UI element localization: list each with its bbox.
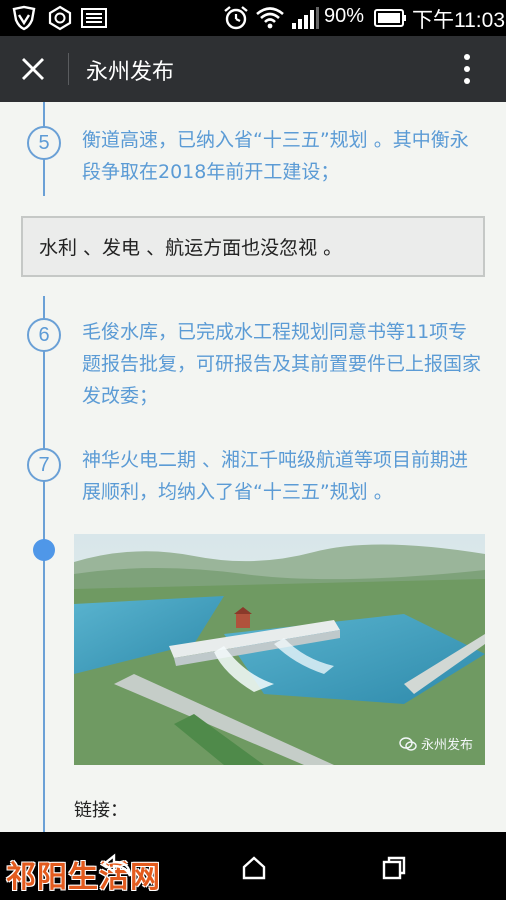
timeline-dot	[33, 539, 55, 561]
recents-icon	[382, 856, 406, 880]
hexagon-icon	[48, 5, 72, 31]
home-icon	[242, 856, 266, 880]
page-title: 永州发布	[86, 60, 175, 85]
timeline-line	[43, 296, 45, 832]
shield-icon	[12, 5, 36, 31]
wechat-icon	[399, 736, 417, 751]
section-callout: 水利 、发电 、航运方面也没忽视 。	[21, 216, 485, 277]
app-bar-divider	[68, 53, 69, 85]
close-icon	[22, 58, 44, 80]
status-time: 下午11:03	[412, 9, 505, 32]
battery-icon	[374, 9, 406, 27]
article-photo[interactable]: 永州发布	[74, 534, 485, 765]
more-options-button[interactable]	[452, 50, 482, 88]
back-button[interactable]	[100, 852, 136, 880]
signal-icon	[292, 7, 319, 29]
step-text: 衡道高速，已纳入省“十三五”规划 。其中衡永段争取在2018年前开工建设；	[82, 129, 469, 183]
link-label: 链接：	[74, 800, 128, 821]
step-number-badge: 7	[27, 448, 61, 482]
wifi-icon	[256, 7, 284, 29]
navigation-bar: 祁阳生活网	[0, 832, 506, 900]
photo-watermark-text: 永州发布	[420, 738, 473, 753]
step-number-badge: 5	[27, 126, 61, 160]
recents-button[interactable]	[380, 854, 408, 882]
more-vert-icon	[464, 54, 470, 84]
status-bar: 90% 下午11:03	[0, 0, 506, 36]
app-bar: 永州发布	[0, 36, 506, 102]
back-icon	[102, 853, 132, 877]
site-logo: 祁阳生活网	[6, 860, 161, 895]
dam-illustration	[74, 534, 485, 765]
home-button[interactable]	[240, 854, 268, 882]
image-icon	[81, 8, 107, 28]
callout-text: 水利 、发电 、航运方面也没忽视 。	[39, 237, 343, 259]
battery-percent: 90%	[324, 5, 365, 27]
step-text: 毛俊水库，已完成水工程规划同意书等11项专题报告批复，可研报告及其前置要件已上报…	[82, 321, 482, 407]
step-text: 神华火电二期 、湘江千吨级航道等项目前期进展顺利，均纳入了省“十三五”规划 。	[82, 449, 469, 503]
close-button[interactable]	[14, 50, 52, 88]
article-content[interactable]: 5 衡道高速，已纳入省“十三五”规划 。其中衡永段争取在2018年前开工建设； …	[0, 102, 506, 832]
photo-watermark: 永州发布	[399, 734, 473, 753]
step-number-badge: 6	[27, 318, 61, 352]
alarm-icon	[224, 6, 248, 30]
